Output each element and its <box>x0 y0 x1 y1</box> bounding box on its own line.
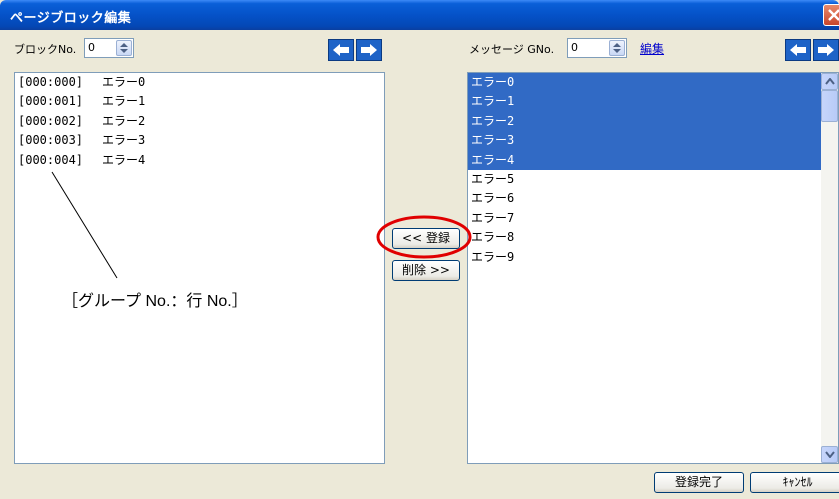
dialog-window: ページブロック編集 ブロックNo. 0 [000:000] エラー0 [000:00… <box>0 0 839 499</box>
block-item-code: [000:002] <box>18 113 84 128</box>
arrow-left-icon <box>333 44 349 56</box>
block-item-text: エラー0 <box>102 75 146 89</box>
spin-arrows-icon <box>120 43 128 53</box>
block-item-code: [000:000] <box>18 75 84 89</box>
title-bar: ページブロック編集 <box>0 0 839 30</box>
scroll-thumb[interactable] <box>821 90 838 122</box>
arrow-left-icon <box>790 44 806 56</box>
complete-button[interactable]: 登録完了 <box>654 472 744 493</box>
block-no-spin-arrows[interactable] <box>116 40 132 56</box>
cancel-button[interactable]: ｷｬﾝｾﾙ <box>750 472 839 493</box>
message-list-item[interactable]: エラー0 <box>468 73 821 93</box>
block-list-item[interactable]: [000:000] エラー0 <box>15 73 384 92</box>
message-gno-label: メッセージ GNo. <box>469 43 555 56</box>
chevron-down-icon <box>825 451 835 458</box>
close-icon <box>828 9 839 21</box>
message-list-item[interactable]: エラー9 <box>468 248 821 267</box>
block-item-text: エラー3 <box>102 133 146 148</box>
right-next-button[interactable] <box>813 39 839 61</box>
message-list-item[interactable]: エラー2 <box>468 111 821 132</box>
arrow-right-icon <box>361 44 377 56</box>
message-list-item[interactable]: エラー7 <box>468 209 821 228</box>
message-list-item[interactable]: エラー5 <box>468 170 821 189</box>
message-list-item[interactable]: エラー6 <box>468 189 821 208</box>
delete-button[interactable]: 削除 >> <box>392 260 460 281</box>
message-list-item[interactable]: エラー8 <box>468 228 821 247</box>
block-no-label: ブロックNo. <box>14 43 77 56</box>
message-list-item[interactable]: エラー3 <box>468 131 821 151</box>
block-item-text: エラー2 <box>102 113 146 128</box>
register-button[interactable]: << 登録 <box>392 228 460 249</box>
block-no-value: 0 <box>88 41 95 54</box>
left-prev-button[interactable] <box>328 39 354 61</box>
message-list-item[interactable]: エラー4 <box>468 150 821 170</box>
block-item-text: エラー4 <box>102 152 146 167</box>
window-title: ページブロック編集 <box>10 11 132 26</box>
edit-link[interactable]: 編集 <box>640 40 664 57</box>
message-list[interactable]: エラー0 エラー1 エラー2 エラー3 エラー4 エラー5 エラー6 エラー7 エラー8 エラー9 <box>467 72 839 464</box>
block-list[interactable]: [000:000] エラー0 [000:001] エラー1 [000:002] エラー2[… <box>14 72 385 464</box>
block-list-rows: [000:000] エラー0 [000:001] エラー1 [000:002] エラー2[… <box>15 73 384 170</box>
annotation-label: ［グループ No.：行 No.］ <box>62 293 248 310</box>
arrow-right-icon <box>818 44 834 56</box>
message-gno-value: 0 <box>571 41 578 54</box>
message-list-scrollbar[interactable] <box>821 73 838 463</box>
close-button[interactable] <box>823 4 839 26</box>
block-item-code: [000:004] <box>18 152 84 167</box>
chevron-up-icon <box>825 78 835 85</box>
scroll-up-button[interactable] <box>821 73 838 90</box>
message-list-rows: エラー0 エラー1 エラー2 エラー3 エラー4 エラー5 エラー6 エラー7 エラー8 エラー9 <box>468 73 821 267</box>
message-list-item[interactable]: エラー1 <box>468 92 821 112</box>
message-gno-spin-arrows[interactable] <box>609 40 625 56</box>
block-list-item[interactable]: [000:001] エラー1 <box>15 92 384 111</box>
block-item-text: エラー1 <box>102 94 146 109</box>
block-item-code: [000:001] <box>18 94 84 109</box>
block-list-item[interactable]: [000:004] エラー4 <box>15 151 384 170</box>
block-item-code: [000:003] <box>18 133 84 148</box>
block-list-item[interactable]: [000:002] エラー2 <box>15 112 384 131</box>
right-prev-button[interactable] <box>785 39 811 61</box>
block-list-item[interactable]: [000:003] エラー3 <box>15 131 384 150</box>
spin-arrows-icon <box>613 43 621 53</box>
block-no-spinner[interactable]: 0 <box>84 38 134 58</box>
scroll-down-button[interactable] <box>821 446 838 463</box>
message-gno-spinner[interactable]: 0 <box>567 38 627 58</box>
left-next-button[interactable] <box>356 39 382 61</box>
